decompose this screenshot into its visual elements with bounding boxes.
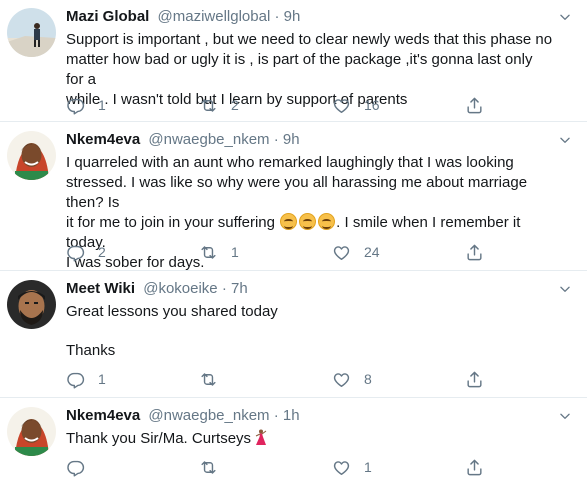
timestamp[interactable]: 9h	[284, 8, 301, 25]
like-icon	[333, 98, 350, 113]
caret-down-icon[interactable]	[557, 132, 573, 148]
tweet-text: Great lessons you shared today Thanks	[66, 302, 553, 361]
display-name[interactable]: Meet Wiki	[66, 280, 135, 297]
share-button[interactable]	[465, 457, 495, 477]
separator-dot: ·	[273, 131, 279, 148]
reply-button[interactable]: 1	[66, 95, 199, 115]
tweet-text-segment: Thank you Sir/Ma. Curtseys	[66, 430, 252, 447]
tweet-actions: 1 2 16	[66, 95, 496, 115]
tweet-header: Nkem4eva @nwaegbe_nkem · 1h	[66, 406, 553, 426]
retweet-icon	[201, 460, 216, 474]
timestamp[interactable]: 9h	[283, 131, 300, 148]
tweet-header: Nkem4eva @nwaegbe_nkem · 9h	[66, 130, 553, 150]
caret-down-icon[interactable]	[557, 408, 573, 424]
reply-icon	[67, 372, 85, 389]
tweet[interactable]: Mazi Global @maziwellglobal · 9h Support…	[0, 0, 587, 122]
caret-down-icon[interactable]	[557, 281, 573, 297]
like-icon	[333, 245, 350, 260]
reply-icon	[67, 460, 85, 477]
reply-count: 2	[98, 244, 106, 260]
tweet-text-line: Support is important , but we need to cl…	[66, 31, 553, 48]
like-count: 16	[364, 97, 380, 113]
tweet-text: Thank you Sir/Ma. Curtseys	[66, 429, 553, 449]
retweet-icon	[201, 98, 216, 112]
timestamp[interactable]: 7h	[231, 280, 248, 297]
like-icon	[333, 372, 350, 387]
tweet[interactable]: Nkem4eva @nwaegbe_nkem · 9h I quarreled …	[0, 123, 587, 271]
retweet-button[interactable]: 2	[199, 95, 332, 115]
dancer-emoji	[255, 429, 267, 445]
retweet-button[interactable]	[199, 457, 332, 477]
tweet-feed: Mazi Global @maziwellglobal · 9h Support…	[0, 0, 587, 490]
like-count: 1	[364, 459, 372, 475]
reply-icon	[67, 98, 85, 115]
tweet-actions: 1	[66, 457, 496, 477]
separator-dot: ·	[273, 407, 279, 424]
tweet-text-segment: it for me to join in your suffering	[66, 214, 275, 231]
tweet[interactable]: Nkem4eva @nwaegbe_nkem · 1h Thank you Si…	[0, 399, 587, 490]
tweet-text-line: Great lessons you shared today	[66, 303, 278, 320]
avatar[interactable]	[7, 131, 56, 180]
user-handle: @maziwellglobal	[157, 8, 271, 25]
share-icon	[467, 371, 482, 387]
like-button[interactable]: 1	[332, 457, 465, 477]
tweet[interactable]: Meet Wiki @kokoeike · 7h Great lessons y…	[0, 272, 587, 398]
like-icon	[333, 460, 350, 475]
separator-dot: ·	[274, 8, 280, 25]
separator-dot: ·	[221, 280, 227, 297]
retweet-count: 1	[231, 244, 239, 260]
user-handle: @nwaegbe_nkem	[148, 131, 270, 148]
like-count: 8	[364, 371, 372, 387]
timestamp[interactable]: 1h	[283, 407, 300, 424]
reply-count: 1	[98, 97, 106, 113]
reply-button[interactable]: 2	[66, 242, 199, 262]
share-button[interactable]	[465, 242, 495, 262]
share-button[interactable]	[465, 95, 495, 115]
tweet-header: Mazi Global @maziwellglobal · 9h	[66, 7, 553, 27]
tweet-body: Meet Wiki @kokoeike · 7h Great lessons y…	[66, 279, 553, 361]
user-handle: @kokoeike	[143, 280, 218, 297]
retweet-icon	[201, 372, 216, 386]
share-icon	[467, 459, 482, 475]
display-name[interactable]: Nkem4eva	[66, 407, 140, 424]
tweet-text-line: Thank you Sir/Ma. Curtseys	[66, 429, 553, 449]
display-name[interactable]: Mazi Global	[66, 8, 149, 25]
reply-button[interactable]	[66, 457, 199, 477]
tweet-text-line: Thanks	[66, 342, 116, 359]
retweet-count: 2	[231, 97, 239, 113]
reply-count: 1	[98, 371, 106, 387]
display-name[interactable]: Nkem4eva	[66, 131, 140, 148]
share-icon	[467, 244, 482, 260]
share-button[interactable]	[465, 369, 495, 389]
smiling-face-emoji	[280, 213, 298, 230]
avatar[interactable]	[7, 8, 56, 57]
like-button[interactable]: 24	[332, 242, 465, 262]
smiling-face-emoji	[318, 213, 336, 230]
tweet-actions: 1 8	[66, 369, 496, 389]
smiling-face-emoji	[299, 213, 317, 230]
avatar[interactable]	[7, 280, 56, 329]
retweet-button[interactable]	[199, 369, 332, 389]
like-count: 24	[364, 244, 380, 260]
tweet-body: Nkem4eva @nwaegbe_nkem · 1h Thank you Si…	[66, 406, 553, 449]
tweet-text-line: I quarreled with an aunt who remarked la…	[66, 154, 514, 171]
user-handle: @nwaegbe_nkem	[148, 407, 270, 424]
share-icon	[467, 97, 482, 113]
like-button[interactable]: 16	[332, 95, 465, 115]
retweet-icon	[201, 245, 216, 259]
like-button[interactable]: 8	[332, 369, 465, 389]
reply-button[interactable]: 1	[66, 369, 199, 389]
retweet-button[interactable]: 1	[199, 242, 332, 262]
tweet-header: Meet Wiki @kokoeike · 7h	[66, 279, 553, 299]
tweet-text-line: stressed. I was like so why were you all…	[66, 174, 528, 211]
avatar[interactable]	[7, 407, 56, 456]
reply-icon	[67, 245, 85, 262]
tweet-text-line: matter how bad or ugly it is , is part o…	[66, 51, 533, 88]
caret-down-icon[interactable]	[557, 9, 573, 25]
tweet-actions: 2 1 24	[66, 242, 496, 262]
